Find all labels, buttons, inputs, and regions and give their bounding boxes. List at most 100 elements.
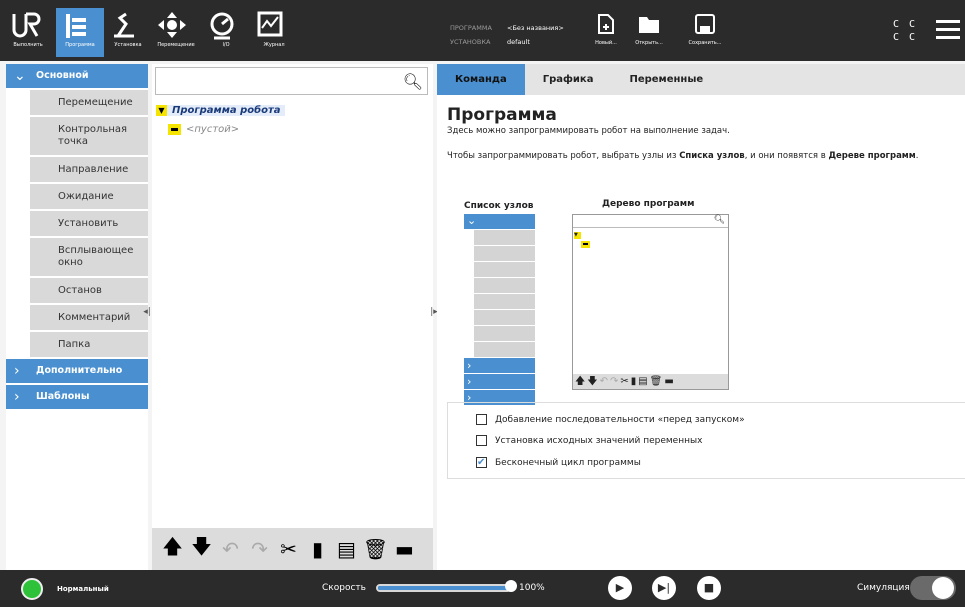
- move-down-icon[interactable]: 🡇: [187, 532, 216, 566]
- speed-slider-handle[interactable]: [505, 580, 517, 592]
- undo-icon[interactable]: ↶: [216, 537, 245, 561]
- tree-empty-node[interactable]: <пустой>: [168, 124, 239, 135]
- status-text: Нормальный: [57, 585, 109, 593]
- log-chart-icon: [257, 11, 283, 37]
- stop-button-icon[interactable]: ■: [697, 576, 721, 600]
- step-button-icon[interactable]: ▶|: [652, 576, 676, 600]
- loop-forever-option[interactable]: ✔ Бесконечный цикл программы: [476, 457, 641, 468]
- play-button-icon[interactable]: ▶: [608, 576, 632, 600]
- node-label: Направление: [58, 163, 129, 175]
- delete-icon[interactable]: 🗑︎: [361, 537, 390, 561]
- move-tab[interactable]: Перемещение: [152, 8, 200, 57]
- tab-command[interactable]: Команда: [437, 64, 525, 95]
- checkbox[interactable]: [476, 435, 487, 446]
- node-move[interactable]: Перемещение: [30, 90, 148, 115]
- node-halt[interactable]: Останов: [30, 278, 148, 303]
- category-advanced-label: Дополнительно: [36, 365, 123, 376]
- program-options: Добавление последовательности «перед зап…: [447, 402, 965, 479]
- program-key: ПРОГРАММА: [450, 24, 492, 32]
- bottom-bar: Нормальный Скорость 100% ▶ ▶| ■ Симуляци…: [0, 570, 965, 607]
- node-waypoint[interactable]: Контрольная точка: [30, 117, 148, 155]
- empty-node-label: <пустой>: [186, 124, 240, 135]
- expand-triangle-icon[interactable]: ▼: [156, 105, 167, 116]
- node-label: Ожидание: [58, 190, 114, 202]
- suppress-icon[interactable]: ▬: [390, 537, 419, 561]
- checkbox-checked-icon[interactable]: ✔: [476, 457, 487, 468]
- speed-slider-fill: [378, 586, 509, 590]
- node-label: Всплывающее окно: [58, 245, 134, 268]
- node-label: Папка: [58, 338, 91, 350]
- hamburger-menu-icon[interactable]: [936, 20, 960, 40]
- copy-icon[interactable]: ▮: [303, 537, 332, 561]
- new-button[interactable]: Новый...: [586, 14, 626, 54]
- io-tab-label: I/O: [222, 42, 230, 48]
- node-label: Установить: [58, 217, 119, 229]
- io-tab[interactable]: I/O: [202, 8, 250, 57]
- new-file-icon: [598, 14, 614, 34]
- tree-title: Дерево программ: [602, 199, 695, 209]
- command-tabs: Команда Графика Переменные: [437, 64, 965, 95]
- save-label: Сохранить...: [688, 40, 722, 46]
- speed-slider[interactable]: [376, 584, 511, 592]
- open-button[interactable]: Открыть...: [623, 14, 675, 54]
- log-tab[interactable]: Журнал: [250, 8, 298, 57]
- status-indicator-icon[interactable]: [21, 578, 43, 600]
- installation-tab[interactable]: Установка: [104, 8, 152, 57]
- node-folder[interactable]: Папка: [30, 332, 148, 357]
- save-button[interactable]: Сохранить...: [677, 14, 733, 54]
- tree-root-node[interactable]: ▼ Программа робота: [156, 105, 285, 116]
- tree-illustration: 🔍︎ ▼ 🡅🡇↶↷✂▮▤🗑︎▬: [572, 214, 729, 390]
- node-direction[interactable]: Направление: [30, 157, 148, 182]
- node-comment[interactable]: Комментарий: [30, 305, 148, 330]
- log-tab-label: Журнал: [263, 42, 285, 48]
- instructions: Чтобы запрограммировать робот, выбрать у…: [447, 151, 937, 162]
- tab-variables[interactable]: Переменные: [611, 64, 721, 95]
- before-start-option[interactable]: Добавление последовательности «перед зап…: [476, 414, 745, 425]
- collapse-left-handle-icon[interactable]: ◂|: [142, 302, 152, 322]
- search-icon[interactable]: 🔍︎: [403, 72, 423, 91]
- init-variables-option[interactable]: Установка исходных значений переменных: [476, 435, 702, 446]
- robot-arm-icon: [114, 12, 134, 38]
- checkbox[interactable]: [476, 414, 487, 425]
- node-popup[interactable]: Всплывающее окно: [30, 238, 148, 276]
- tree-root-label: Программа робота: [172, 105, 281, 116]
- node-set[interactable]: Установить: [30, 211, 148, 236]
- instr-text: .: [915, 151, 919, 161]
- command-panel: Команда Графика Переменные Программа Зде…: [437, 64, 965, 570]
- instr-bold-tree: Дереве программ: [828, 151, 916, 161]
- instr-text: , и они появятся в: [744, 151, 829, 161]
- installation-name: default: [507, 38, 530, 46]
- description: Здесь можно запрограммировать робот на в…: [447, 126, 730, 136]
- open-label: Открыть...: [635, 40, 663, 46]
- option-label: Установка исходных значений переменных: [495, 435, 703, 446]
- node-label: Останов: [58, 284, 102, 296]
- move-tab-label: Перемещение: [157, 42, 195, 48]
- node-list-panel: ⌄ Основной Перемещение Контрольная точка …: [6, 64, 148, 570]
- cut-icon[interactable]: ✂: [274, 537, 303, 561]
- node-wait[interactable]: Ожидание: [30, 184, 148, 209]
- run-tab[interactable]: Выполнить: [4, 8, 52, 57]
- nodelist-illustration: ⌄ › › ›: [464, 214, 535, 405]
- paste-icon[interactable]: ▤: [332, 537, 361, 561]
- tree-search-input[interactable]: 🔍︎: [155, 67, 428, 95]
- category-basic-label: Основной: [36, 70, 89, 81]
- move-arrows-icon: [158, 12, 186, 38]
- program-tab[interactable]: Программа: [56, 8, 104, 57]
- redo-icon[interactable]: ↷: [245, 537, 274, 561]
- page-title: Программа: [447, 105, 557, 125]
- category-templates[interactable]: › Шаблоны: [6, 385, 148, 409]
- floppy-icon: [695, 14, 715, 34]
- tree-toolbar: 🡅 🡇 ↶ ↷ ✂ ▮ ▤ 🗑︎ ▬: [152, 528, 433, 570]
- node-label: Перемещение: [58, 96, 133, 108]
- option-label: Добавление последовательности «перед зап…: [495, 414, 745, 425]
- run-tab-label: Выполнить: [13, 42, 43, 48]
- move-up-icon[interactable]: 🡅: [158, 532, 187, 566]
- simulation-toggle[interactable]: [910, 576, 956, 600]
- program-tree-icon: [66, 14, 86, 38]
- tab-graphics[interactable]: Графика: [525, 64, 612, 95]
- program-tree-panel: 🔍︎ ▼ Программа робота <пустой> 🡅 🡇 ↶ ↷ ✂ …: [152, 64, 433, 570]
- top-bar: Выполнить Программа Установка Перемещени…: [0, 0, 965, 61]
- chevron-right-icon: ›: [14, 389, 20, 405]
- category-advanced[interactable]: › Дополнительно: [6, 359, 148, 383]
- category-basic[interactable]: ⌄ Основной: [6, 64, 148, 88]
